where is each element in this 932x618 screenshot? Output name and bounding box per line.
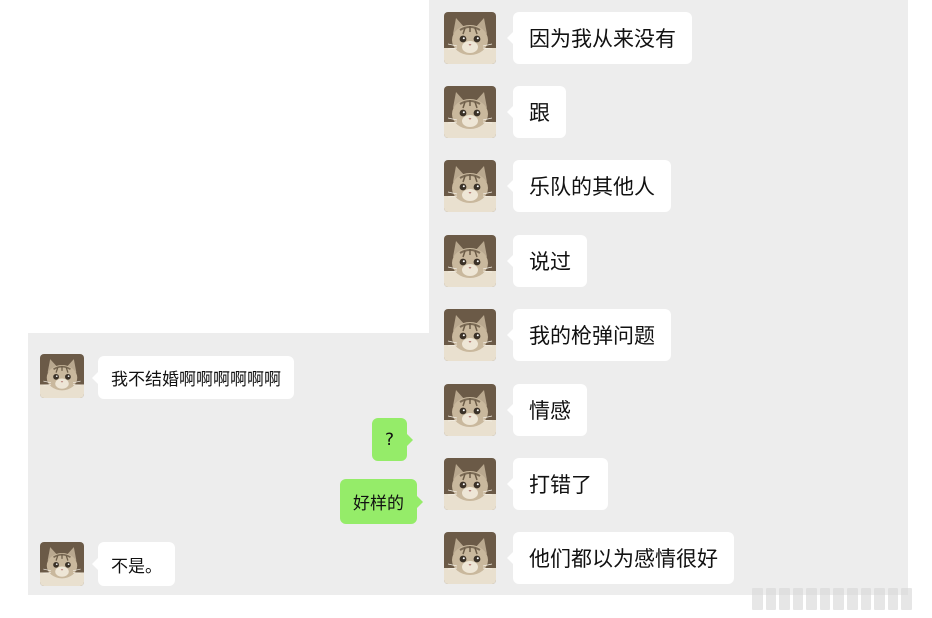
message-bubble[interactable]: 打错了 [507, 458, 608, 510]
message-bubble[interactable]: 因为我从来没有 [507, 12, 692, 64]
cat-avatar-icon[interactable] [444, 384, 496, 436]
watermark [752, 588, 912, 610]
message-bubble[interactable]: 情感 [507, 384, 587, 436]
message-bubble[interactable]: 他们都以为感情很好 [507, 532, 734, 584]
message-text: ? [385, 429, 395, 450]
message-text: 乐队的其他人 [529, 175, 655, 199]
cat-avatar-icon[interactable] [444, 12, 496, 64]
right-chat-panel: 因为我从来没有 跟 乐队的其他人 说过 我的枪弹问题 情感 打错了 他们都以为感… [429, 0, 908, 595]
message-bubble[interactable]: 我不结婚啊啊啊啊啊啊 [92, 356, 294, 399]
outgoing-message-bubble[interactable]: ? [372, 418, 414, 461]
message-bubble[interactable]: 乐队的其他人 [507, 160, 671, 212]
message-text: 我不结婚啊啊啊啊啊啊 [111, 370, 281, 390]
cat-avatar-icon[interactable] [444, 160, 496, 212]
cat-avatar-icon[interactable] [40, 354, 84, 398]
cat-avatar-icon[interactable] [40, 542, 84, 586]
cat-avatar-icon[interactable] [444, 309, 496, 361]
message-text: 他们都以为感情很好 [529, 547, 718, 571]
cat-avatar-icon[interactable] [444, 532, 496, 584]
message-bubble[interactable]: 我的枪弹问题 [507, 309, 671, 361]
message-bubble[interactable]: 不是。 [92, 542, 175, 586]
message-text: 说过 [529, 250, 571, 274]
message-text: 因为我从来没有 [529, 27, 676, 51]
cat-avatar-icon[interactable] [444, 86, 496, 138]
left-chat-panel: 我不结婚啊啊啊啊啊啊 ? 好样的 不是。 [28, 333, 432, 595]
message-text: 不是。 [111, 556, 162, 577]
message-text: 我的枪弹问题 [529, 324, 655, 348]
message-text: 打错了 [529, 473, 592, 497]
message-text: 情感 [529, 399, 571, 423]
message-bubble[interactable]: 跟 [507, 86, 566, 138]
message-text: 跟 [529, 101, 550, 125]
message-bubble[interactable]: 说过 [507, 235, 587, 287]
cat-avatar-icon[interactable] [444, 458, 496, 510]
message-text: 好样的 [353, 494, 404, 514]
outgoing-message-bubble[interactable]: 好样的 [340, 479, 423, 524]
cat-avatar-icon[interactable] [444, 235, 496, 287]
